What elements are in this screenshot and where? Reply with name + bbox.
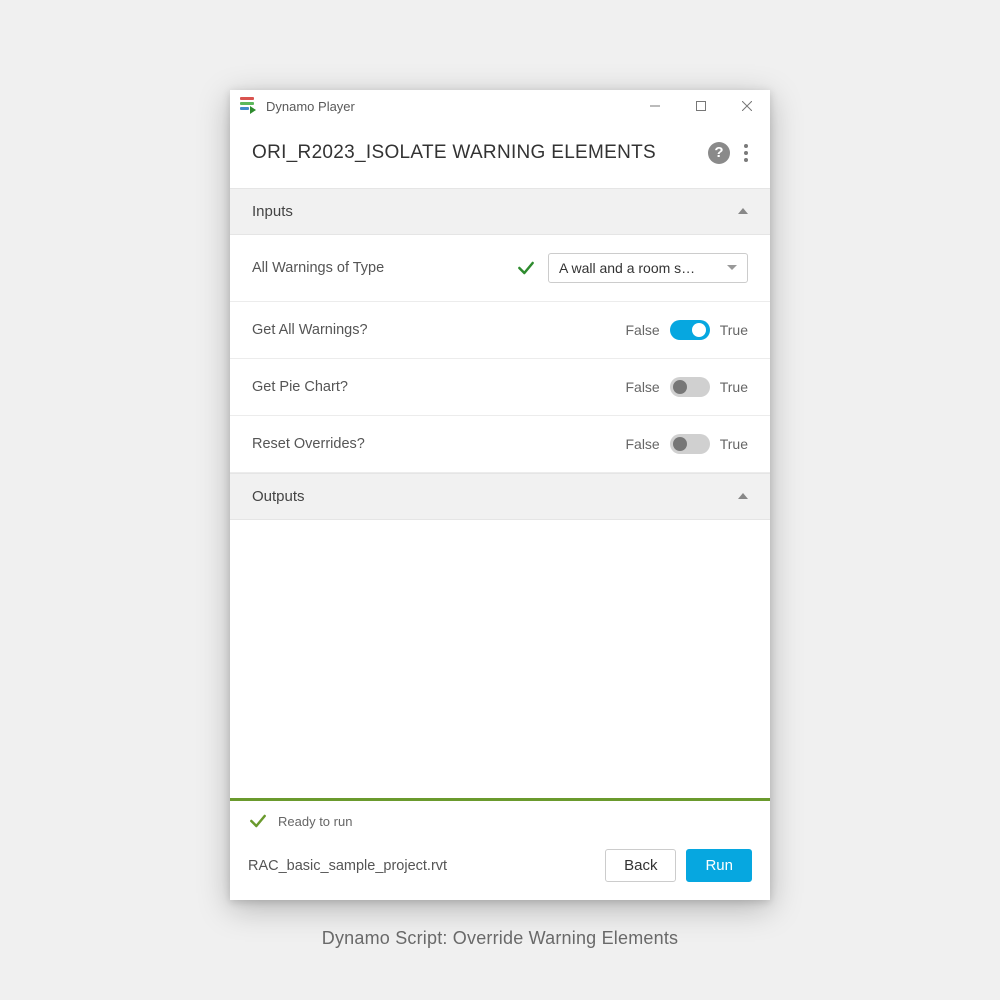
toggle-false-label: False bbox=[625, 436, 659, 452]
outputs-label: Outputs bbox=[252, 488, 738, 505]
status-text: Ready to run bbox=[278, 814, 352, 829]
input-label: Get Pie Chart? bbox=[252, 379, 625, 395]
close-button[interactable] bbox=[724, 90, 770, 122]
script-header: ORI_R2023_ISOLATE WARNING ELEMENTS ? bbox=[230, 122, 770, 188]
input-row-get-pie-chart: Get Pie Chart? False True bbox=[230, 359, 770, 416]
toggle-false-label: False bbox=[625, 322, 659, 338]
valid-check-icon bbox=[516, 258, 536, 278]
outputs-section-header[interactable]: Outputs bbox=[230, 473, 770, 520]
run-button[interactable]: Run bbox=[686, 849, 752, 882]
warnings-type-dropdown[interactable]: A wall and a room s… bbox=[548, 253, 748, 283]
dynamo-player-window: Dynamo Player ORI_R2023_ISOLATE WARNING … bbox=[230, 90, 770, 900]
footer: Ready to run RAC_basic_sample_project.rv… bbox=[230, 798, 770, 900]
ready-check-icon bbox=[248, 811, 268, 831]
toggle-true-label: True bbox=[720, 322, 748, 338]
dynamo-player-icon bbox=[240, 97, 258, 115]
back-button[interactable]: Back bbox=[605, 849, 676, 882]
get-all-warnings-toggle[interactable] bbox=[670, 320, 710, 340]
input-label: Get All Warnings? bbox=[252, 322, 625, 338]
reset-overrides-toggle[interactable] bbox=[670, 434, 710, 454]
script-title: ORI_R2023_ISOLATE WARNING ELEMENTS bbox=[252, 140, 698, 166]
maximize-button[interactable] bbox=[678, 90, 724, 122]
toggle-false-label: False bbox=[625, 379, 659, 395]
help-icon[interactable]: ? bbox=[708, 142, 730, 164]
inputs-section-header[interactable]: Inputs bbox=[230, 188, 770, 235]
input-label: Reset Overrides? bbox=[252, 436, 625, 452]
outputs-body bbox=[230, 520, 770, 798]
collapse-caret-icon bbox=[738, 208, 748, 214]
inputs-label: Inputs bbox=[252, 203, 738, 220]
input-row-get-all-warnings: Get All Warnings? False True bbox=[230, 302, 770, 359]
more-options-icon[interactable] bbox=[744, 144, 748, 162]
app-title: Dynamo Player bbox=[266, 99, 632, 114]
toggle-true-label: True bbox=[720, 379, 748, 395]
project-filename: RAC_basic_sample_project.rvt bbox=[248, 858, 595, 874]
dropdown-selected: A wall and a room s… bbox=[559, 260, 719, 276]
input-row-reset-overrides: Reset Overrides? False True bbox=[230, 416, 770, 473]
footer-bar: RAC_basic_sample_project.rvt Back Run bbox=[230, 839, 770, 900]
image-caption: Dynamo Script: Override Warning Elements bbox=[322, 928, 678, 949]
titlebar: Dynamo Player bbox=[230, 90, 770, 122]
get-pie-chart-toggle[interactable] bbox=[670, 377, 710, 397]
minimize-button[interactable] bbox=[632, 90, 678, 122]
toggle-true-label: True bbox=[720, 436, 748, 452]
status-line: Ready to run bbox=[230, 801, 770, 839]
collapse-caret-icon bbox=[738, 493, 748, 499]
input-row-warnings-of-type: All Warnings of Type A wall and a room s… bbox=[230, 235, 770, 302]
input-label: All Warnings of Type bbox=[252, 260, 516, 276]
chevron-down-icon bbox=[727, 265, 737, 270]
window-controls bbox=[632, 90, 770, 122]
